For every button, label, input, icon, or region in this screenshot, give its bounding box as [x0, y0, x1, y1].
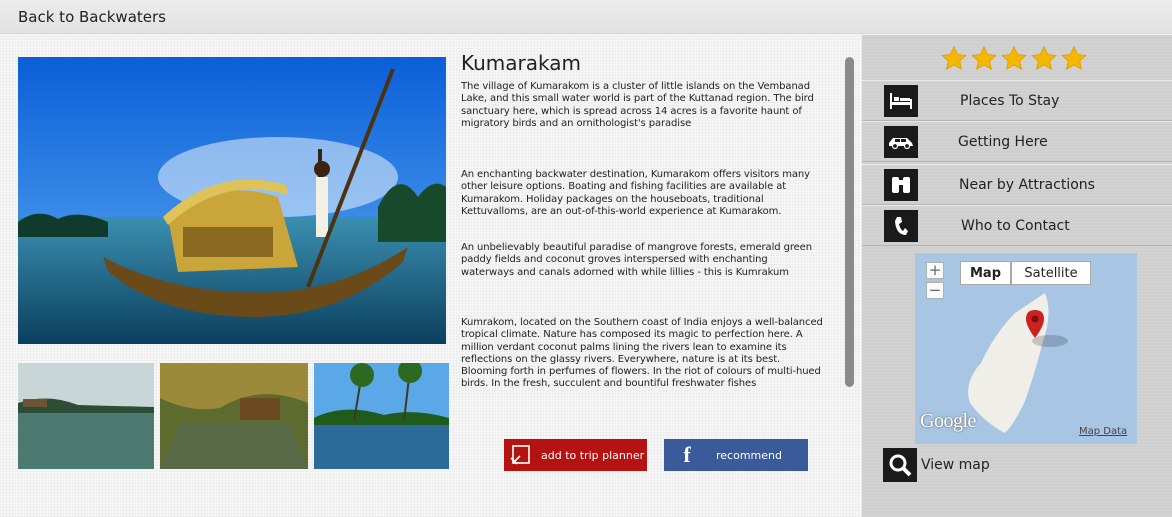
top-bar: Back to Backwaters [0, 0, 1172, 34]
destination-paragraph-2: An enchanting backwater destination, Kum… [461, 169, 810, 217]
sidebar: Places To Stay Getting Here Near by Attr… [862, 35, 1172, 517]
sidebar-item-near-by-attractions[interactable]: Near by Attractions [862, 164, 1172, 205]
star-icon [1061, 45, 1087, 70]
back-link[interactable]: Back to Backwaters [18, 8, 166, 26]
zoom-out-button[interactable]: − [926, 282, 944, 299]
search-icon [883, 448, 917, 482]
zoom-in-button[interactable]: + [926, 262, 944, 279]
star-icon [941, 45, 967, 70]
phone-icon [884, 210, 918, 242]
main-photo [18, 57, 446, 344]
view-map-label: View map [921, 457, 990, 473]
star-icon [971, 45, 997, 70]
car-icon [884, 126, 918, 158]
map-type-map-button[interactable]: Map [960, 261, 1011, 285]
add-to-trip-planner-label: add to trip planner [541, 448, 645, 462]
map-data-link[interactable]: Map Data [1079, 426, 1127, 437]
sidebar-item-label: Who to Contact [961, 218, 1070, 234]
add-to-trip-planner-button[interactable]: add to trip planner [504, 439, 647, 471]
thumbnail-backwater-houseboats[interactable] [18, 363, 154, 469]
recommend-button[interactable]: f recommend [664, 439, 808, 471]
sidebar-item-getting-here[interactable]: Getting Here [862, 121, 1172, 162]
main-content: Kumarakam The village of Kumarakom is a … [0, 35, 862, 517]
thumbnail-palm-canal[interactable] [160, 363, 308, 469]
content-scrollbar[interactable] [845, 57, 854, 387]
google-logo: Google [920, 410, 976, 432]
sidebar-item-label: Places To Stay [960, 93, 1060, 109]
sidebar-item-label: Near by Attractions [959, 177, 1095, 193]
view-map-link[interactable]: View map [883, 448, 990, 482]
star-icon [1031, 45, 1057, 70]
binoculars-icon [884, 169, 918, 201]
location-map[interactable]: + − Map Satellite Google Map Data [915, 253, 1137, 444]
map-marker-icon[interactable] [1025, 309, 1045, 339]
bed-icon [884, 85, 918, 117]
sidebar-item-who-to-contact[interactable]: Who to Contact [862, 205, 1172, 246]
sidebar-item-label: Getting Here [958, 134, 1048, 150]
destination-paragraph-4: Kumrakom, located on the Southern coast … [461, 317, 823, 390]
star-icon [1001, 45, 1027, 70]
sidebar-item-places-to-stay[interactable]: Places To Stay [862, 80, 1172, 121]
destination-title: Kumarakam [461, 51, 581, 75]
map-type-satellite-button[interactable]: Satellite [1011, 261, 1091, 285]
star-rating [940, 45, 1088, 73]
destination-paragraph-1: The village of Kumarakom is a cluster of… [461, 81, 814, 129]
facebook-icon: f [683, 442, 691, 467]
destination-paragraph-3: An unbelievably beautiful paradise of ma… [461, 242, 812, 278]
thumbnail-coconut-groves[interactable] [314, 363, 449, 469]
trip-planner-icon [510, 444, 532, 466]
recommend-label: recommend [716, 448, 782, 462]
